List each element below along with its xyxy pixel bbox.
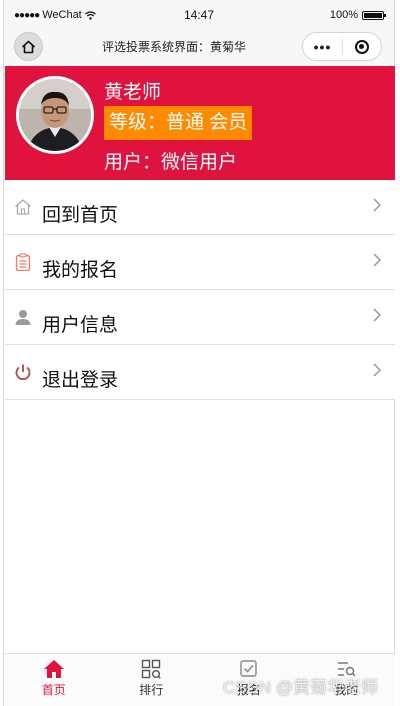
- avatar: [16, 76, 94, 154]
- menu-item-label: 我的报名: [42, 260, 119, 281]
- phone-frame: ●●●●● WeChat 14:47 100% 评选投票系统界面：黄菊华 •••: [3, 0, 395, 706]
- status-right: 100%: [329, 9, 386, 21]
- profile-name: 黄老师: [104, 82, 162, 103]
- status-bar: ●●●●● WeChat 14:47 100%: [4, 0, 394, 28]
- nav-home-button[interactable]: [14, 32, 43, 61]
- tab-home[interactable]: 首页: [5, 654, 103, 706]
- profile-user-type: 用户：微信用户: [104, 152, 238, 173]
- power-icon: [15, 364, 31, 381]
- chevron-right-icon: [373, 253, 382, 267]
- menu-item-logout[interactable]: 退出登录: [5, 345, 395, 400]
- more-button[interactable]: •••: [303, 39, 342, 55]
- user-icon: [15, 310, 31, 325]
- chevron-right-icon: [373, 363, 382, 377]
- battery-percent: 100%: [329, 9, 358, 21]
- chevron-right-icon: [373, 308, 382, 322]
- menu-item-label: 退出登录: [42, 370, 119, 391]
- member-level-badge: 等级：普通 会员: [104, 106, 253, 140]
- menu-item-label: 用户信息: [42, 315, 119, 336]
- tab-ranking[interactable]: 排行: [103, 654, 201, 706]
- menu-item-home[interactable]: 回到首页: [5, 180, 395, 235]
- tab-label: 首页: [41, 683, 66, 697]
- menu-item-label: 回到首页: [42, 205, 119, 226]
- chevron-right-icon: [373, 198, 382, 212]
- close-button[interactable]: [343, 39, 381, 54]
- page-title: 评选投票系统界面：黄菊华: [101, 40, 246, 54]
- grid-icon: [142, 659, 162, 679]
- miniprogram-capsule: •••: [302, 32, 382, 61]
- menu-item-my-registration[interactable]: 我的报名: [5, 235, 395, 290]
- home-icon: [43, 660, 64, 678]
- nav-bar: 评选投票系统界面：黄菊华 •••: [4, 28, 394, 67]
- home-outline-icon: [15, 199, 31, 215]
- tab-label: 排行: [139, 683, 164, 697]
- profile-header: 黄老师 等级：普通 会员 用户：微信用户: [5, 66, 395, 180]
- house-icon: [21, 40, 36, 53]
- close-ring-icon: [354, 39, 369, 54]
- watermark: CSDN @黄菊华老师: [222, 678, 378, 697]
- clipboard-icon: [15, 253, 31, 271]
- avatar-photo: [19, 79, 91, 151]
- battery-icon: [362, 10, 386, 20]
- menu-list: 回到首页 我的报名 用户信息 退出登录: [5, 180, 395, 400]
- menu-item-user-info[interactable]: 用户信息: [5, 290, 395, 345]
